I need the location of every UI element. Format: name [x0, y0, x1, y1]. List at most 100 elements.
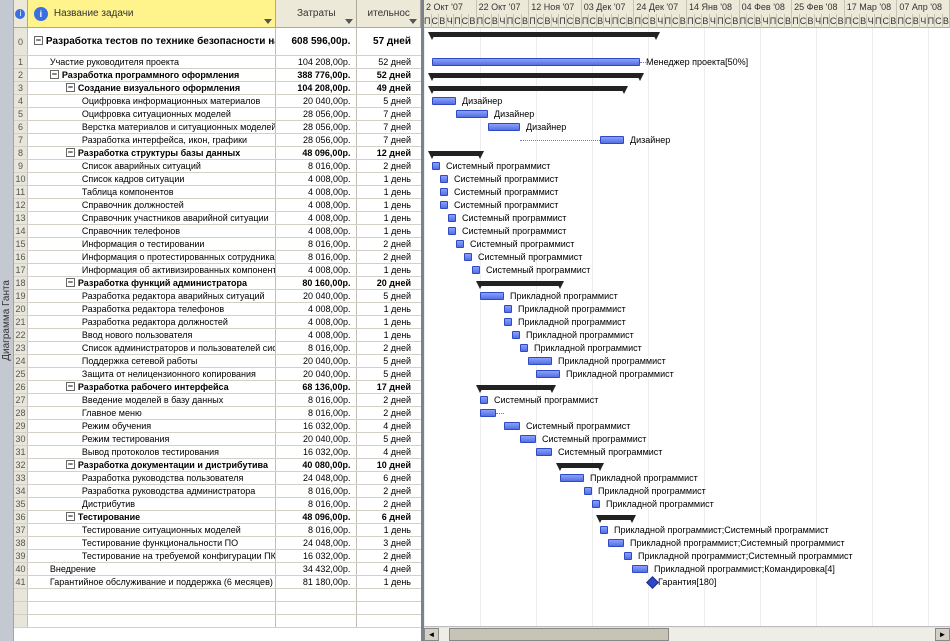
duration-cell[interactable]: 2 дней — [357, 485, 421, 497]
row-index[interactable]: 23 — [14, 342, 28, 354]
table-row[interactable]: 5Оцифровка ситуационных моделей28 056,00… — [14, 108, 421, 121]
task-bar[interactable] — [488, 123, 520, 131]
duration-cell[interactable]: 4 дней — [357, 420, 421, 432]
collapse-icon[interactable]: − — [34, 36, 43, 45]
row-index[interactable]: 29 — [14, 420, 28, 432]
cost-cell[interactable]: 48 096,00р. — [276, 147, 357, 159]
cost-cell[interactable]: 8 016,00р. — [276, 394, 357, 406]
task-name-cell[interactable]: Ввод нового пользователя — [28, 329, 276, 341]
task-bar[interactable] — [456, 240, 464, 248]
table-row[interactable]: 29Режим обучения16 032,00р.4 дней — [14, 420, 421, 433]
scroll-track[interactable] — [439, 628, 935, 641]
summary-bar[interactable] — [432, 86, 624, 91]
row-index[interactable]: 14 — [14, 225, 28, 237]
cost-cell[interactable]: 4 008,00р. — [276, 173, 357, 185]
column-info[interactable]: i — [14, 0, 28, 27]
scroll-left-button[interactable]: ◄ — [424, 628, 439, 641]
row-index[interactable]: 37 — [14, 524, 28, 536]
collapse-icon[interactable]: − — [66, 83, 75, 92]
row-index[interactable]: 9 — [14, 160, 28, 172]
task-name-cell[interactable]: −Разработка рабочего интерфейса — [28, 381, 276, 393]
task-bar[interactable] — [432, 97, 456, 105]
duration-cell[interactable]: 1 день — [357, 173, 421, 185]
task-name-cell[interactable]: Вывод протоколов тестирования — [28, 446, 276, 458]
scroll-thumb[interactable] — [449, 628, 669, 641]
task-name-cell[interactable]: Тестирование ситуационных моделей — [28, 524, 276, 536]
task-name-cell[interactable]: Режим обучения — [28, 420, 276, 432]
task-name-cell[interactable]: Разработка руководства пользователя — [28, 472, 276, 484]
row-index[interactable]: 16 — [14, 251, 28, 263]
task-name-cell[interactable]: Введение моделей в базу данных — [28, 394, 276, 406]
cost-cell[interactable]: 8 016,00р. — [276, 160, 357, 172]
duration-cell[interactable]: 4 дней — [357, 446, 421, 458]
summary-bar[interactable] — [480, 385, 552, 390]
duration-cell[interactable]: 2 дней — [357, 160, 421, 172]
collapse-icon[interactable]: − — [66, 148, 75, 157]
row-index[interactable]: 39 — [14, 550, 28, 562]
duration-cell[interactable]: 5 дней — [357, 433, 421, 445]
table-row[interactable]: 9Список аварийных ситуаций8 016,00р.2 дн… — [14, 160, 421, 173]
task-name-cell[interactable]: −Разработка функций администратора — [28, 277, 276, 289]
duration-cell[interactable]: 1 день — [357, 316, 421, 328]
row-index[interactable]: 40 — [14, 563, 28, 575]
cost-cell[interactable]: 4 008,00р. — [276, 303, 357, 315]
table-row[interactable]: 8−Разработка структуры базы данных48 096… — [14, 147, 421, 160]
task-name-cell[interactable]: Разработка руководства администратора — [28, 485, 276, 497]
cost-cell[interactable]: 20 040,00р. — [276, 95, 357, 107]
cost-cell[interactable]: 388 776,00р. — [276, 69, 357, 81]
duration-cell[interactable]: 7 дней — [357, 121, 421, 133]
task-bar[interactable] — [480, 409, 496, 417]
cost-cell[interactable]: 80 160,00р. — [276, 277, 357, 289]
task-bar[interactable] — [536, 370, 560, 378]
cost-cell[interactable]: 4 008,00р. — [276, 264, 357, 276]
task-name-cell[interactable]: −Разработка документации и дистрибутива — [28, 459, 276, 471]
summary-bar[interactable] — [432, 151, 480, 156]
cost-cell[interactable]: 4 008,00р. — [276, 199, 357, 211]
task-name-cell[interactable]: Список аварийных ситуаций — [28, 160, 276, 172]
column-task-name[interactable]: i Название задачи — [28, 0, 276, 27]
task-bar[interactable] — [456, 110, 488, 118]
task-bar[interactable] — [600, 526, 608, 534]
row-index[interactable]: 34 — [14, 485, 28, 497]
row-index[interactable]: 2 — [14, 69, 28, 81]
task-bar[interactable] — [432, 162, 440, 170]
cost-cell[interactable]: 20 040,00р. — [276, 290, 357, 302]
table-row[interactable]: 37Тестирование ситуационных моделей8 016… — [14, 524, 421, 537]
task-bar[interactable] — [504, 318, 512, 326]
duration-cell[interactable]: 5 дней — [357, 368, 421, 380]
task-name-cell[interactable]: −Разработка программного оформления — [28, 69, 276, 81]
task-name-cell[interactable]: −Создание визуального оформления — [28, 82, 276, 94]
row-index[interactable]: 31 — [14, 446, 28, 458]
task-name-cell[interactable]: Тестирование на требуемой конфигурации П… — [28, 550, 276, 562]
table-row[interactable]: 33Разработка руководства пользователя24 … — [14, 472, 421, 485]
task-bar[interactable] — [592, 500, 600, 508]
row-index[interactable]: 26 — [14, 381, 28, 393]
table-row[interactable]: 19Разработка редактора аварийных ситуаци… — [14, 290, 421, 303]
cost-cell[interactable]: 4 008,00р. — [276, 329, 357, 341]
row-index[interactable]: 6 — [14, 121, 28, 133]
vertical-tab-gantt[interactable]: Диаграмма Ганта — [0, 0, 14, 641]
task-bar[interactable] — [472, 266, 480, 274]
table-row[interactable]: 40Внедрение34 432,00р.4 дней — [14, 563, 421, 576]
task-name-cell[interactable]: Список кадров ситуации — [28, 173, 276, 185]
task-name-cell[interactable]: Участие руководителя проекта — [28, 56, 276, 68]
row-index[interactable]: 27 — [14, 394, 28, 406]
cost-cell[interactable]: 28 056,00р. — [276, 108, 357, 120]
table-row[interactable]: 28Главное меню8 016,00р.2 дней — [14, 407, 421, 420]
task-bar[interactable] — [624, 552, 632, 560]
table-row[interactable]: 12Справочник должностей4 008,00р.1 день — [14, 199, 421, 212]
cost-cell[interactable]: 16 032,00р. — [276, 446, 357, 458]
task-bar[interactable] — [520, 435, 536, 443]
summary-bar[interactable] — [432, 73, 640, 78]
cost-cell[interactable]: 8 016,00р. — [276, 498, 357, 510]
table-row[interactable]: 34Разработка руководства администратора8… — [14, 485, 421, 498]
task-bar[interactable] — [464, 253, 472, 261]
row-index[interactable]: 10 — [14, 173, 28, 185]
duration-cell[interactable]: 5 дней — [357, 95, 421, 107]
task-name-cell[interactable]: Список администраторов и пользователей с… — [28, 342, 276, 354]
row-index[interactable]: 24 — [14, 355, 28, 367]
task-bar[interactable] — [480, 396, 488, 404]
table-row[interactable]: 2−Разработка программного оформления388 … — [14, 69, 421, 82]
table-row[interactable]: 26−Разработка рабочего интерфейса68 136,… — [14, 381, 421, 394]
summary-bar[interactable] — [560, 463, 600, 468]
